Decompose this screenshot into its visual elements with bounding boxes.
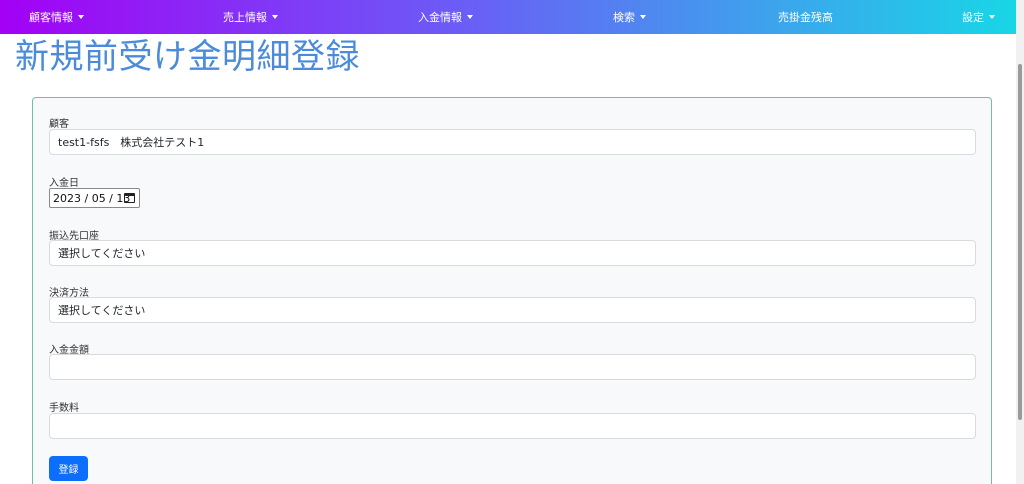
nav-settings-label: 設定 bbox=[962, 11, 984, 24]
transfer-account-value: 選択してください bbox=[58, 247, 146, 260]
chevron-down-icon bbox=[467, 14, 473, 19]
payment-method-value: 選択してください bbox=[58, 304, 146, 317]
nav-customer-info[interactable]: 顧客情報 bbox=[29, 0, 84, 34]
nav-search-label: 検索 bbox=[613, 11, 635, 24]
page-title: 新規前受け金明細登録 bbox=[15, 37, 360, 77]
chevron-down-icon bbox=[989, 14, 995, 19]
customer-label: 顧客 bbox=[49, 119, 69, 130]
amount-input[interactable] bbox=[49, 354, 976, 380]
register-button[interactable]: 登録 bbox=[49, 456, 88, 481]
deposit-date-label: 入金日 bbox=[49, 178, 79, 189]
nav-deposit-info-label: 入金情報 bbox=[418, 11, 462, 24]
nav-sales-info-label: 売上情報 bbox=[223, 11, 267, 24]
calendar-icon[interactable] bbox=[124, 193, 135, 203]
nav-receivables-balance[interactable]: 売掛金残高 bbox=[778, 0, 833, 34]
page: 顧客情報 売上情報 入金情報 検索 売掛金残高 設定 新規前受け金明細登録 顧客 bbox=[0, 0, 1024, 484]
chevron-down-icon bbox=[640, 14, 646, 19]
deposit-date-value: 2023 / 05 / 13 bbox=[53, 191, 131, 205]
top-navbar: 顧客情報 売上情報 入金情報 検索 売掛金残高 設定 bbox=[0, 0, 1016, 34]
deposit-form-card: 顧客 test1-fsfs 株式会社テスト1 入金日 2023 / 05 / 1… bbox=[32, 97, 992, 484]
nav-settings[interactable]: 設定 bbox=[962, 0, 995, 34]
nav-customer-info-label: 顧客情報 bbox=[29, 11, 73, 24]
deposit-date-input[interactable]: 2023 / 05 / 13 bbox=[49, 188, 140, 208]
nav-sales-info[interactable]: 売上情報 bbox=[223, 0, 278, 34]
nav-receivables-label: 売掛金残高 bbox=[778, 11, 833, 24]
fee-label: 手数料 bbox=[49, 403, 79, 414]
customer-select[interactable]: test1-fsfs 株式会社テスト1 bbox=[49, 129, 976, 155]
vertical-scrollbar[interactable] bbox=[1016, 0, 1024, 484]
nav-search[interactable]: 検索 bbox=[613, 0, 646, 34]
chevron-down-icon bbox=[78, 14, 84, 19]
nav-deposit-info[interactable]: 入金情報 bbox=[418, 0, 473, 34]
scrollbar-thumb[interactable] bbox=[1018, 64, 1022, 420]
customer-select-value: test1-fsfs 株式会社テスト1 bbox=[58, 136, 205, 149]
chevron-down-icon bbox=[272, 14, 278, 19]
fee-input[interactable] bbox=[49, 413, 976, 439]
payment-method-select[interactable]: 選択してください bbox=[49, 297, 976, 323]
transfer-account-select[interactable]: 選択してください bbox=[49, 240, 976, 266]
